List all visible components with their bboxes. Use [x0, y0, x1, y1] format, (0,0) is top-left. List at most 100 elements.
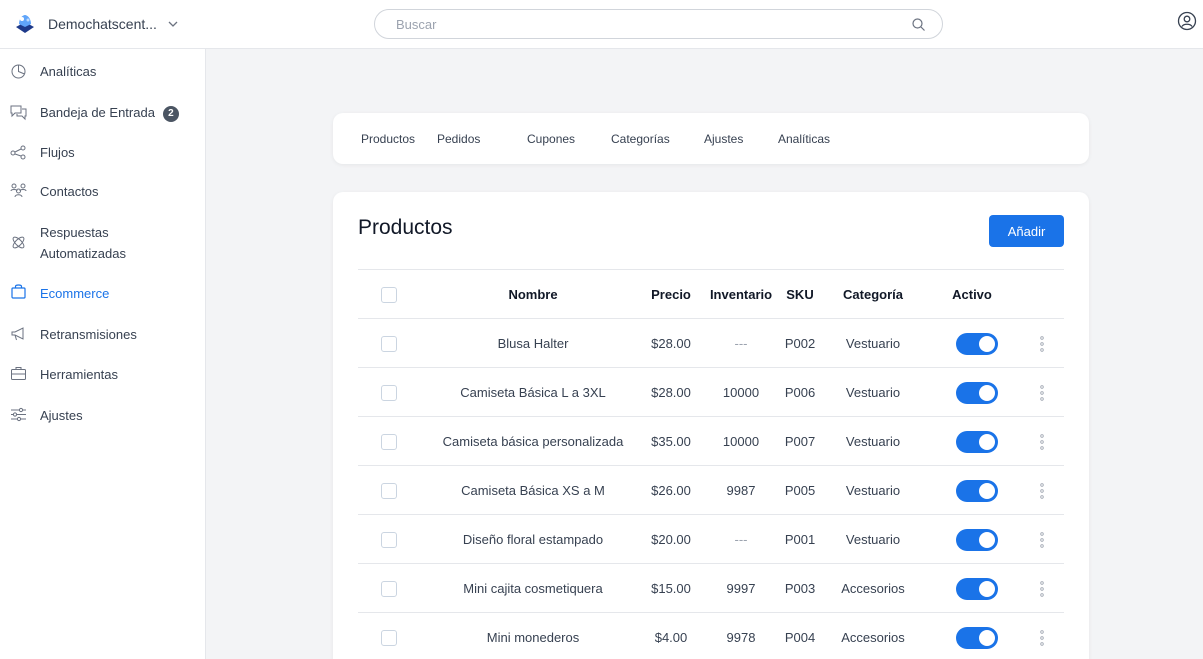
column-header-name[interactable]: Nombre — [438, 270, 628, 319]
table-row: Mini monederos $4.00 9978 P004 Accesorio… — [358, 612, 1064, 659]
sidebar-item-label: Ecommerce — [40, 286, 110, 301]
sidebar-item-label: Bandeja de Entrada 2 — [40, 103, 179, 123]
row-checkbox[interactable] — [381, 335, 397, 352]
row-checkbox[interactable] — [381, 433, 397, 450]
product-sku: P002 — [784, 336, 816, 351]
product-sku: P007 — [784, 434, 816, 449]
tab-settings[interactable]: Ajustes — [704, 132, 743, 146]
product-name[interactable]: Camiseta Básica L a 3XL — [418, 368, 648, 417]
pie-chart-icon — [11, 64, 26, 79]
product-category: Vestuario — [845, 385, 901, 400]
column-header-category[interactable]: Categoría — [830, 270, 916, 319]
tab-analytics[interactable]: Analíticas — [778, 132, 830, 146]
flow-icon — [10, 145, 26, 160]
column-header-active: Activo — [952, 287, 992, 302]
product-inventory: 10000 — [722, 385, 760, 400]
row-checkbox[interactable] — [381, 531, 397, 548]
tab-coupons[interactable]: Cupones — [527, 132, 575, 146]
product-inventory: 9997 — [726, 581, 756, 596]
row-checkbox[interactable] — [381, 482, 397, 499]
product-price: $28.00 — [651, 385, 691, 400]
tab-categories[interactable]: Categorías — [611, 132, 670, 146]
product-inventory: 10000 — [722, 434, 760, 449]
row-checkbox[interactable] — [381, 384, 397, 401]
sidebar-item-label: Ajustes — [40, 408, 83, 423]
active-toggle[interactable] — [956, 528, 998, 551]
active-toggle[interactable] — [956, 381, 998, 404]
product-category: Accesorios — [841, 581, 905, 596]
more-options-icon[interactable] — [1038, 335, 1046, 353]
product-name[interactable]: Diseño floral estampado — [418, 515, 648, 564]
sidebar-item-label: Contactos — [40, 184, 99, 199]
sidebar-item-label: Flujos — [40, 145, 75, 160]
column-header-price[interactable]: Precio — [644, 270, 698, 319]
sidebar-item-analytics[interactable]: Analíticas — [0, 62, 205, 82]
page-title: Productos — [358, 216, 453, 239]
product-price: $26.00 — [651, 483, 691, 498]
add-product-button[interactable]: Añadir — [989, 215, 1064, 247]
tab-orders[interactable]: Pedidos — [437, 132, 480, 146]
sidebar-item-ecommerce[interactable]: Ecommerce — [0, 284, 205, 304]
chevron-down-icon — [168, 21, 178, 27]
atom-icon — [12, 236, 25, 249]
sidebar-item-automated-responses[interactable]: Respuestas Automatizadas — [0, 223, 205, 263]
sidebar-item-label-line1: Respuestas — [40, 225, 109, 240]
select-all-checkbox[interactable] — [381, 286, 397, 303]
more-options-icon[interactable] — [1038, 384, 1046, 402]
sidebar-item-tools[interactable]: Herramientas — [0, 365, 205, 385]
more-options-icon[interactable] — [1038, 580, 1046, 598]
row-checkbox[interactable] — [381, 629, 397, 646]
sidebar-item-settings[interactable]: Ajustes — [0, 406, 205, 426]
chat-bubbles-icon — [10, 105, 27, 121]
table-row: Diseño floral estampado $20.00 --- P001 … — [358, 514, 1064, 563]
sidebar-item-flows[interactable]: Flujos — [0, 143, 205, 163]
sidebar-item-inbox[interactable]: Bandeja de Entrada 2 — [0, 103, 205, 123]
more-options-icon[interactable] — [1038, 482, 1046, 500]
product-price: $35.00 — [651, 434, 691, 449]
more-options-icon[interactable] — [1038, 433, 1046, 451]
column-header-inventory[interactable]: Inventario — [704, 270, 778, 319]
active-toggle[interactable] — [956, 479, 998, 502]
tab-products[interactable]: Productos — [361, 132, 415, 146]
sidebar-item-label: Analíticas — [40, 64, 97, 79]
search-icon[interactable] — [911, 17, 926, 32]
product-name[interactable]: Camiseta Básica XS a M — [418, 466, 648, 515]
product-category: Accesorios — [841, 630, 905, 645]
products-panel: Productos Añadir Nombre Precio Inventari… — [333, 192, 1089, 659]
workspace-switcher[interactable]: Demochatscent... — [14, 11, 179, 37]
table-row: Camiseta Básica L a 3XL $28.00 10000 P00… — [358, 367, 1064, 416]
row-checkbox[interactable] — [381, 580, 397, 597]
active-toggle[interactable] — [956, 626, 998, 649]
ecommerce-tabs: Productos Pedidos Cupones Categorías Aju… — [333, 113, 1089, 164]
sidebar-item-contacts[interactable]: Contactos — [0, 182, 205, 202]
column-header-sku[interactable]: SKU — [780, 270, 820, 319]
product-sku: P003 — [784, 581, 816, 596]
product-name[interactable]: Camiseta básica personalizada — [418, 417, 648, 466]
product-price: $20.00 — [651, 532, 691, 547]
search-bar — [374, 9, 943, 39]
product-category: Vestuario — [845, 483, 901, 498]
active-toggle[interactable] — [956, 577, 998, 600]
table-row: Mini cajita cosmetiquera $15.00 9997 P00… — [358, 563, 1064, 612]
product-inventory: --- — [734, 532, 748, 547]
workspace-name: Demochatscent... — [48, 16, 157, 32]
product-sku: P005 — [784, 483, 816, 498]
product-category: Vestuario — [845, 532, 901, 547]
sidebar-item-broadcasts[interactable]: Retransmisiones — [0, 325, 205, 345]
search-input[interactable] — [396, 16, 876, 33]
more-options-icon[interactable] — [1038, 629, 1046, 647]
product-inventory: 9978 — [726, 630, 756, 645]
product-name[interactable]: Mini monederos — [418, 613, 648, 659]
product-inventory: --- — [734, 336, 748, 351]
product-price: $28.00 — [651, 336, 691, 351]
product-name[interactable]: Mini cajita cosmetiquera — [418, 564, 648, 613]
product-name[interactable]: Blusa Halter — [418, 319, 648, 368]
product-sku: P001 — [784, 532, 816, 547]
more-options-icon[interactable] — [1038, 531, 1046, 549]
top-bar: Demochatscent... — [0, 0, 1203, 49]
active-toggle[interactable] — [956, 332, 998, 355]
user-avatar-icon[interactable] — [1177, 11, 1197, 31]
active-toggle[interactable] — [956, 430, 998, 453]
table-row: Camiseta básica personalizada $35.00 100… — [358, 416, 1064, 465]
table-header-row: Nombre Precio Inventario SKU Categoría A… — [358, 269, 1064, 318]
